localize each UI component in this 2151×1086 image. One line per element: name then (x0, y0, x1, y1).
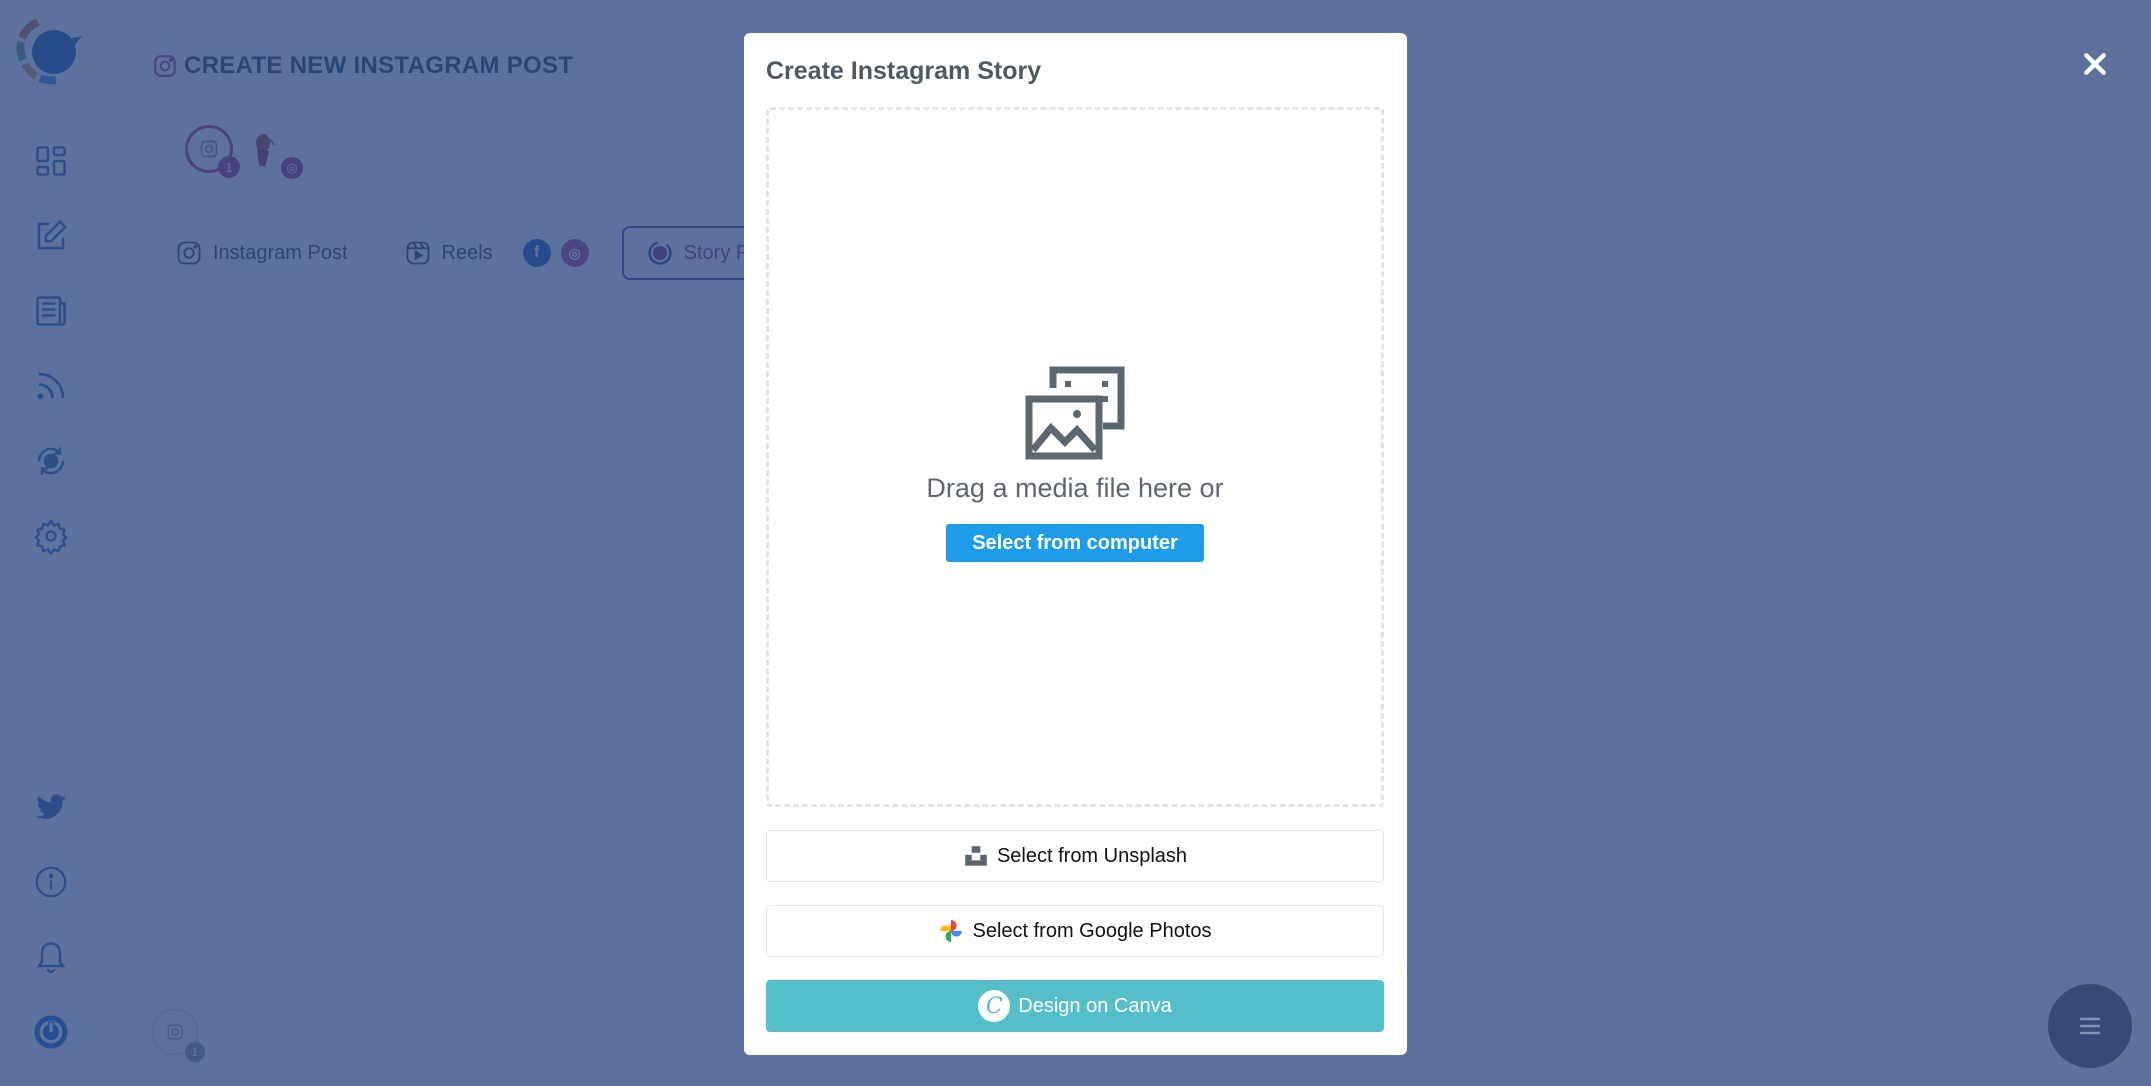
select-from-computer-button[interactable]: Select from computer (946, 524, 1204, 562)
button-label: Select from Unsplash (996, 844, 1188, 867)
media-dropzone[interactable]: Drag a media file here or Select from co… (766, 107, 1384, 807)
media-gallery-icon (1025, 366, 1125, 465)
dropzone-text: Drag a media file here or (926, 473, 1224, 503)
google-photos-icon (940, 920, 963, 942)
button-label: Select from Google Photos (972, 919, 1212, 942)
design-on-canva-button[interactable]: C Design on Canva (766, 980, 1384, 1032)
create-story-modal: Create Instagram Story Drag a media file… (744, 33, 1407, 1055)
select-from-unsplash-button[interactable]: Select from Unsplash (766, 830, 1384, 882)
menu-icon (2079, 1017, 2101, 1035)
canva-logo-icon: C (978, 990, 1011, 1022)
unsplash-icon (965, 846, 987, 866)
close-icon (2084, 53, 2106, 75)
close-button[interactable] (2074, 46, 2116, 82)
menu-fab-button[interactable] (2048, 984, 2132, 1068)
button-label: Design on Canva (1018, 994, 1172, 1017)
select-from-google-photos-button[interactable]: Select from Google Photos (766, 905, 1384, 957)
modal-title: Create Instagram Story (766, 57, 1042, 85)
